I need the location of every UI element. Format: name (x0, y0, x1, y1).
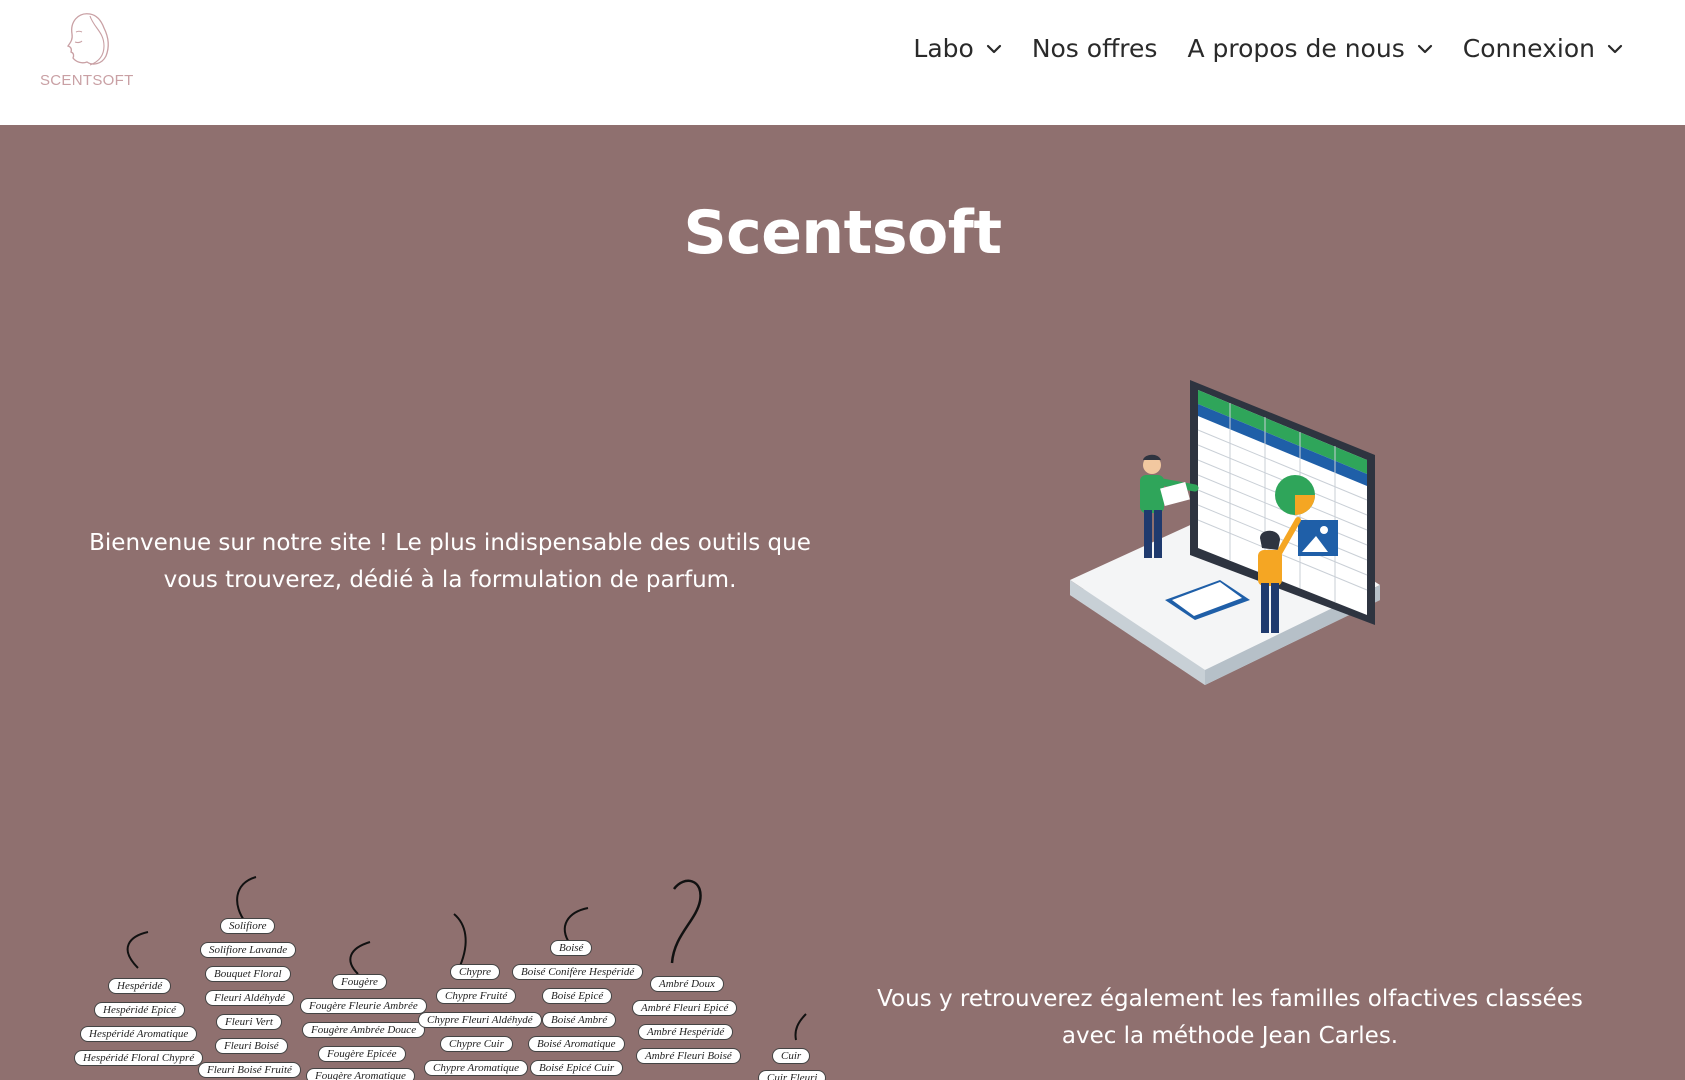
family-label: Boisé Aromatique (528, 1036, 625, 1052)
family-label: Fleuri Aldéhydé (205, 990, 294, 1006)
family-label: Ambré Fleuri Epicé (632, 1000, 738, 1016)
spreadsheet-illustration (1070, 370, 1400, 720)
site-header: SCENTSOFT Labo Nos offres A propos de no… (0, 0, 1685, 125)
family-label: Bouquet Floral (205, 966, 291, 982)
family-label: Fleuri Boisé (215, 1038, 288, 1054)
family-label: Fleuri Vert (216, 1014, 282, 1030)
main-nav: Labo Nos offres A propos de nous Connexi… (913, 34, 1623, 63)
family-label: Chypre Cuir (440, 1036, 513, 1052)
family-label: Fougère Epicée (318, 1046, 406, 1062)
family-label: Ambré Hespéridé (638, 1024, 734, 1040)
nav-item-labo[interactable]: Labo (913, 34, 1001, 63)
family-label: Cuir Fleuri (758, 1070, 827, 1080)
family-label: Fougère (332, 974, 387, 990)
face-logo-icon (66, 13, 109, 66)
brand-logo[interactable]: SCENTSOFT (36, 10, 136, 94)
family-label: Hespéridé (108, 978, 172, 994)
family-label: Boisé (550, 940, 593, 956)
family-label: Fougère Fleurie Ambrée (300, 998, 427, 1014)
family-label: Boisé Conifère Hespéridé (512, 964, 644, 980)
nav-item-a-propos[interactable]: A propos de nous (1187, 34, 1432, 63)
family-label: Cuir (772, 1048, 811, 1064)
page-title: Scentsoft (683, 198, 1002, 268)
nav-label: Nos offres (1031, 34, 1158, 63)
spreadsheet-team-illustration-icon (1070, 380, 1380, 685)
family-label: Chypre Fruité (436, 988, 517, 1004)
second-text: Vous y retrouverez également les famille… (877, 986, 1583, 1049)
intro-text: Bienvenue sur notre site ! Le plus indis… (89, 530, 811, 593)
family-label: Hespéridé Epicé (94, 1002, 185, 1018)
chevron-down-icon (986, 44, 1001, 53)
stem-icon (794, 1013, 807, 1041)
family-label: Fleuri Boisé Fruité (198, 1062, 301, 1078)
brand-name: SCENTSOFT (40, 72, 134, 89)
nav-item-connexion[interactable]: Connexion (1463, 34, 1623, 63)
chevron-down-icon (1607, 44, 1623, 53)
family-label: Chypre Fleuri Aldéhydé (418, 1012, 542, 1028)
stem-icon (670, 879, 702, 964)
nav-label: Labo (913, 34, 974, 63)
olfactory-families-image: Hespéridé Hespéridé Epicé Hespéridé Arom… (70, 870, 840, 1080)
family-label: Boisé Ambré (542, 1012, 617, 1028)
family-label: Hespéridé Aromatique (80, 1026, 198, 1042)
family-label: Ambré Doux (650, 976, 724, 992)
family-label: Boisé Epicé (542, 988, 613, 1004)
family-label: Hespéridé Floral Chypré (74, 1050, 204, 1066)
family-label: Solifiore Lavande (200, 942, 297, 958)
family-label: Boisé Epicé Cuir (530, 1060, 624, 1076)
family-label: Chypre Aromatique (424, 1060, 529, 1076)
family-label: Chypre (450, 964, 500, 980)
family-label: Fougère Ambrée Douce (302, 1022, 426, 1038)
family-label: Fougère Aromatique (306, 1068, 415, 1080)
family-label: Solifiore (220, 918, 276, 934)
nav-label: A propos de nous (1187, 34, 1405, 63)
nav-item-nos-offres[interactable]: Nos offres (1032, 34, 1158, 63)
stem-icon (453, 913, 467, 967)
chevron-down-icon (1417, 44, 1432, 53)
stem-icon (126, 931, 149, 969)
stem-icon (349, 941, 371, 975)
family-label: Ambré Fleuri Boisé (636, 1048, 741, 1064)
nav-label: Connexion (1462, 34, 1595, 63)
